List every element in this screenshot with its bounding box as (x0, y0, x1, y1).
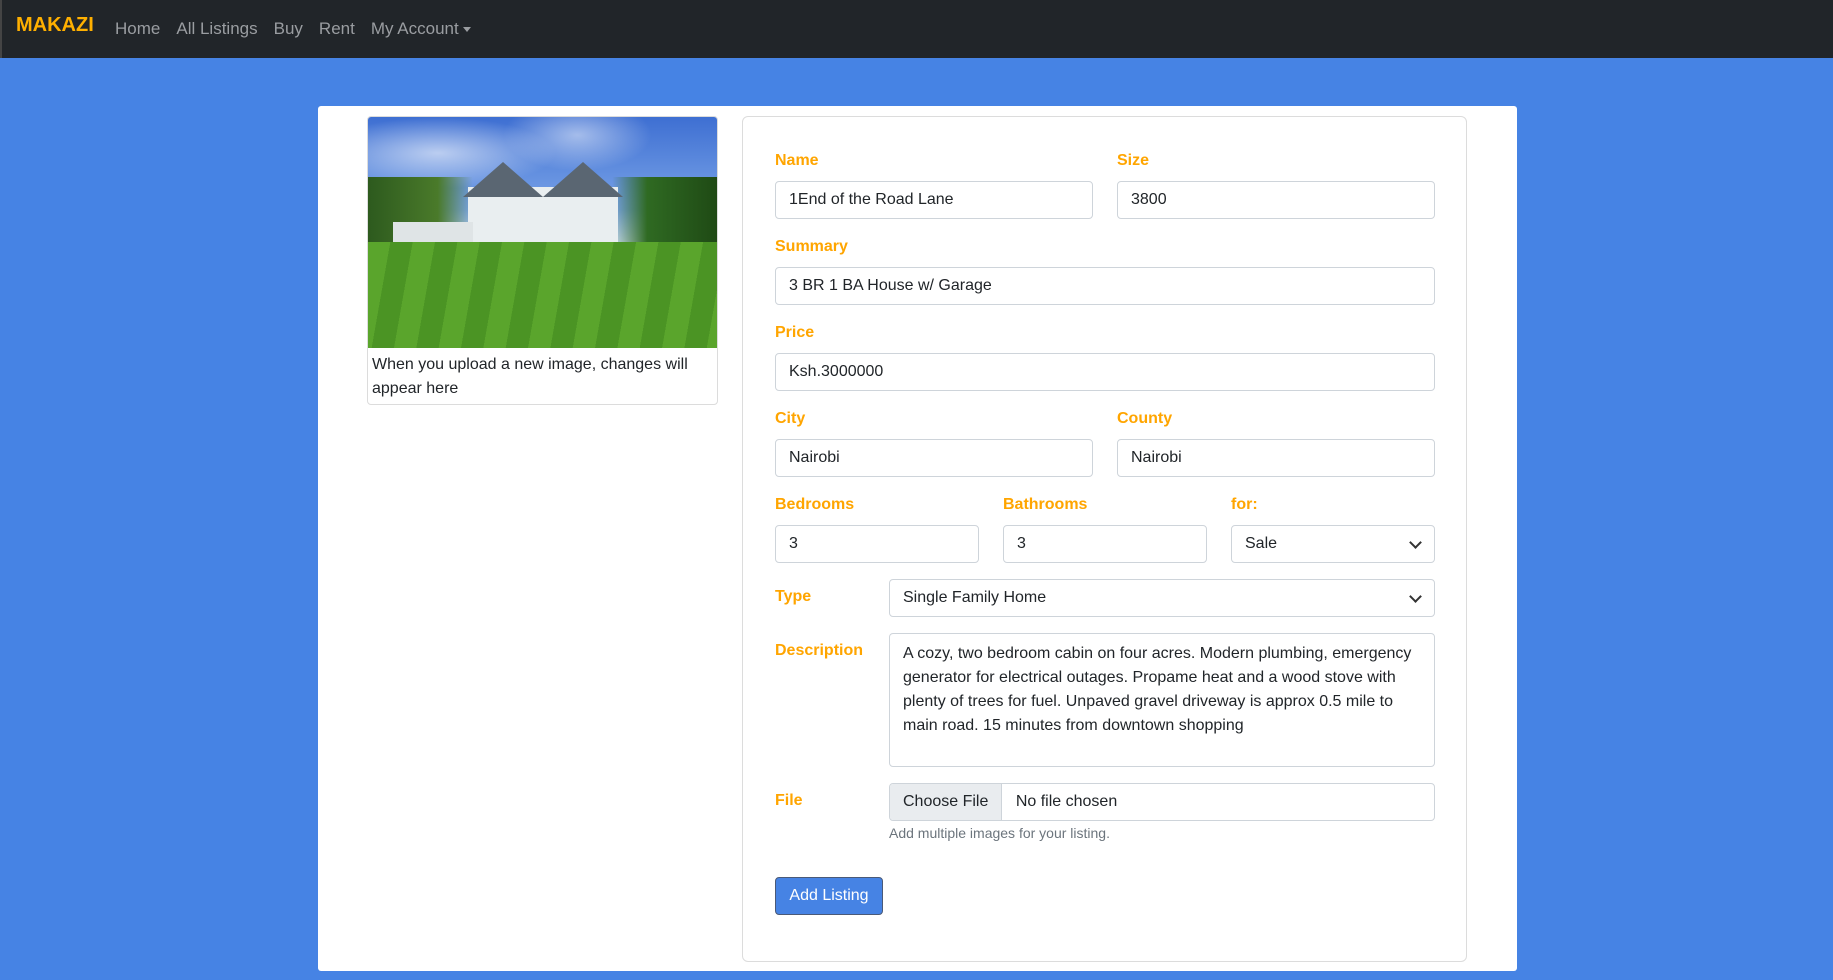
chevron-down-icon (1409, 590, 1422, 603)
image-preview-card: When you upload a new image, changes wil… (367, 116, 718, 405)
file-hint: Add multiple images for your listing. (889, 825, 1110, 841)
name-input[interactable]: 1End of the Road Lane (775, 181, 1093, 219)
for-label: for: (1231, 496, 1258, 513)
add-listing-button[interactable]: Add Listing (775, 877, 883, 915)
bathrooms-label: Bathrooms (1003, 496, 1088, 513)
type-select-value: Single Family Home (903, 589, 1047, 606)
size-label: Size (1117, 152, 1150, 169)
nav-my-account[interactable]: My Account (371, 19, 471, 39)
city-label: City (775, 410, 806, 427)
county-label: County (1117, 410, 1173, 427)
type-label: Type (775, 588, 812, 605)
caret-down-icon (462, 27, 471, 33)
for-select[interactable]: Sale (1231, 525, 1435, 563)
summary-input[interactable]: 3 BR 1 BA House w/ Garage (775, 267, 1435, 305)
nav-buy[interactable]: Buy (274, 19, 303, 39)
for-select-value: Sale (1245, 535, 1278, 552)
nav-all-listings[interactable]: All Listings (176, 19, 257, 39)
brand-logo[interactable]: MAKAZI (16, 14, 94, 37)
description-textarea[interactable]: A cozy, two bedroom cabin on four acres.… (889, 633, 1435, 767)
description-label: Description (775, 642, 864, 659)
file-status: No file chosen (1015, 793, 1118, 810)
summary-label: Summary (775, 238, 848, 255)
price-label: Price (775, 324, 815, 341)
file-input[interactable]: Choose File No file chosen (889, 783, 1435, 821)
bathrooms-input[interactable]: 3 (1003, 525, 1207, 563)
county-input[interactable]: Nairobi (1117, 439, 1435, 477)
navbar: MAKAZI Home All Listings Buy Rent My Acc… (0, 0, 1833, 58)
bedrooms-label: Bedrooms (775, 496, 855, 513)
bedrooms-input[interactable]: 3 (775, 525, 979, 563)
city-input[interactable]: Nairobi (775, 439, 1093, 477)
size-input[interactable]: 3800 (1117, 181, 1435, 219)
choose-file-button[interactable]: Choose File (890, 784, 1003, 820)
name-label: Name (775, 152, 819, 169)
nav-rent[interactable]: Rent (319, 19, 355, 39)
chevron-down-icon (1409, 536, 1422, 549)
nav-home[interactable]: Home (115, 19, 160, 39)
image-caption: When you upload a new image, changes wil… (372, 356, 688, 397)
file-label: File (775, 792, 803, 809)
house-image (368, 117, 717, 348)
type-select[interactable]: Single Family Home (889, 579, 1435, 617)
price-input[interactable]: Ksh.3000000 (775, 353, 1435, 391)
my-account-label: My Account (370, 19, 459, 38)
